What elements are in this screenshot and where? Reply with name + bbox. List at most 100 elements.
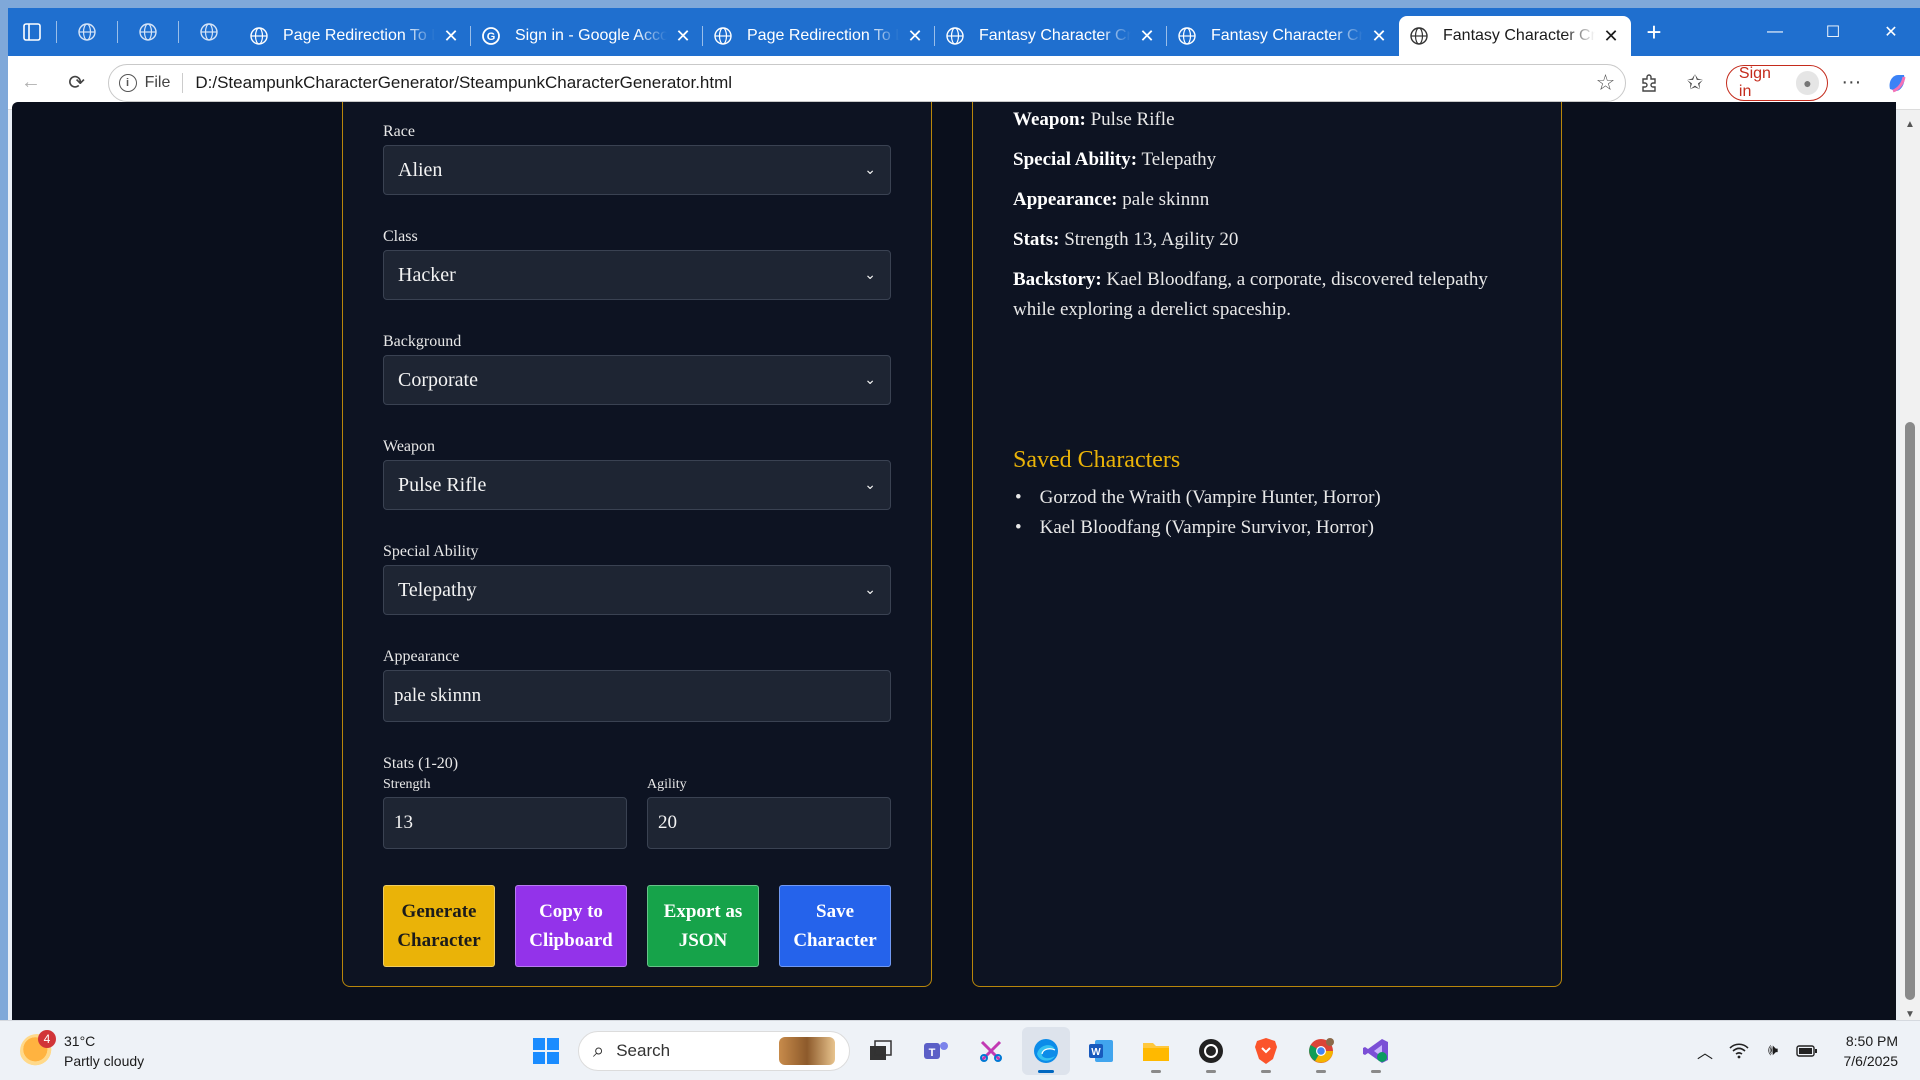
race-select[interactable]: Alien ⌄	[383, 145, 891, 195]
search-highlight-image	[779, 1037, 835, 1065]
windows-start-icon[interactable]	[522, 1027, 570, 1075]
race-label: Race	[383, 123, 415, 140]
preview-appearance-label: Appearance:	[1013, 189, 1118, 210]
preview-stats-label: Stats:	[1013, 229, 1060, 250]
scheme-label: File	[144, 73, 171, 91]
back-arrow-icon[interactable]: ←	[8, 60, 54, 106]
url-text[interactable]: D:/SteampunkCharacterGenerator/Steampunk…	[195, 73, 1595, 93]
weapon-value: Pulse Rifle	[398, 473, 487, 496]
svg-text:G: G	[487, 31, 496, 43]
save-character-button[interactable]: Save Character	[779, 885, 891, 967]
volume-icon[interactable]: 🕪	[1756, 1042, 1790, 1060]
visual-studio-icon[interactable]	[1352, 1027, 1400, 1075]
tab-title: Fantasy Character Creat	[1443, 27, 1595, 44]
weapon-select[interactable]: Pulse Rifle ⌄	[383, 460, 891, 510]
appearance-value: pale skinnn	[394, 685, 482, 706]
list-item[interactable]: Gorzod the Wraith (Vampire Hunter, Horro…	[1013, 483, 1381, 513]
wifi-icon[interactable]	[1722, 1043, 1756, 1059]
tab-actions-icon[interactable]	[8, 8, 56, 56]
address-bar[interactable]: i File D:/SteampunkCharacterGenerator/St…	[107, 63, 1627, 102]
snipping-tool-icon[interactable]	[967, 1027, 1015, 1075]
clock-date: 7/6/2025	[1843, 1053, 1899, 1069]
tab-google-signin[interactable]: G Sign in - Google Accoun ✕	[471, 16, 703, 56]
avatar-icon: ●	[1795, 70, 1820, 95]
word-icon[interactable]: W	[1077, 1027, 1125, 1075]
clock-time: 8:50 PM	[1845, 1033, 1898, 1049]
chatgpt-icon[interactable]	[1187, 1027, 1235, 1075]
weather-sun-icon: 4	[20, 1030, 56, 1068]
tab-title: Page Redirection To Log	[747, 27, 899, 44]
favorite-star-icon[interactable]: ☆	[1596, 70, 1616, 96]
close-icon[interactable]: ✕	[1369, 26, 1389, 47]
close-icon[interactable]: ✕	[673, 26, 693, 47]
tab-fantasy-character-1[interactable]: Fantasy Character Creat ✕	[935, 16, 1167, 56]
refresh-icon[interactable]: ⟳	[54, 60, 100, 106]
ability-select[interactable]: Telepathy ⌄	[383, 565, 891, 615]
sign-in-button[interactable]: Sign in ●	[1725, 64, 1829, 101]
edge-icon[interactable]	[1022, 1027, 1070, 1075]
info-icon[interactable]: i	[118, 73, 137, 92]
tab-fantasy-character-active[interactable]: Fantasy Character Creat ✕	[1399, 16, 1631, 56]
close-icon[interactable]: ✕	[905, 26, 925, 47]
preview-ability: Special Ability: Telepathy	[1013, 145, 1533, 175]
chevron-up-icon[interactable]: ︿	[1688, 1039, 1722, 1063]
list-item[interactable]: Kael Bloodfang (Vampire Survivor, Horror…	[1013, 513, 1381, 543]
close-icon[interactable]: ✕	[441, 26, 461, 47]
file-explorer-icon[interactable]	[1132, 1027, 1180, 1075]
export-json-button[interactable]: Export as JSON	[647, 885, 759, 967]
preview-weapon-value: Pulse Rifle	[1090, 109, 1175, 130]
agility-label: Agility	[647, 777, 687, 792]
page-viewport: Race Alien ⌄ Class Hacker ⌄ Background C…	[12, 102, 1896, 1020]
class-select[interactable]: Hacker ⌄	[383, 250, 891, 300]
tab-fantasy-character-2[interactable]: Fantasy Character Creat ✕	[1167, 16, 1399, 56]
scroll-up-arrow-icon[interactable]: ▲	[1900, 114, 1920, 134]
preview-stats: Stats: Strength 13, Agility 20	[1013, 225, 1533, 255]
preview-ability-value: Telepathy	[1141, 149, 1217, 170]
pinned-tab-globe-icon[interactable]	[57, 8, 117, 56]
chrome-icon[interactable]	[1297, 1027, 1345, 1075]
background-select[interactable]: Corporate ⌄	[383, 355, 891, 405]
chevron-down-icon: ⌄	[864, 372, 876, 388]
preview-backstory: Backstory: Kael Bloodfang, a corporate, …	[1013, 265, 1533, 325]
ability-label: Special Ability	[383, 543, 479, 560]
chevron-down-icon: ⌄	[864, 162, 876, 178]
close-icon[interactable]: ✕	[1137, 26, 1157, 47]
taskbar-search[interactable]: ⌕ Search	[578, 1031, 850, 1071]
battery-icon[interactable]	[1790, 1044, 1824, 1058]
background-value: Corporate	[398, 368, 478, 391]
agility-input[interactable]: 20	[647, 797, 891, 849]
new-tab-plus-icon[interactable]: +	[1631, 8, 1677, 56]
tab-page-redirection-2[interactable]: Page Redirection To Log ✕	[703, 16, 935, 56]
strength-input[interactable]: 13	[383, 797, 627, 849]
extensions-puzzle-icon[interactable]	[1626, 60, 1672, 106]
tab-strip: Page Redirection To Log ✕ G Sign in - Go…	[8, 8, 1920, 56]
copilot-icon[interactable]	[1874, 60, 1920, 106]
favorites-icon[interactable]: ✩	[1672, 60, 1718, 106]
pinned-tab-globe-icon[interactable]	[118, 8, 178, 56]
teams-icon[interactable]: T	[912, 1027, 960, 1075]
globe-icon	[945, 26, 967, 46]
weather-widget[interactable]: 4 31°C Partly cloudy	[20, 1030, 144, 1071]
tab-page-redirection-1[interactable]: Page Redirection To Log ✕	[239, 16, 471, 56]
minimize-icon[interactable]: —	[1746, 8, 1804, 56]
system-tray: ︿ 🕪 8:50 PM 7/6/2025	[1688, 1021, 1920, 1080]
maximize-icon[interactable]: ☐	[1804, 8, 1862, 56]
window-close-icon[interactable]: ✕	[1862, 8, 1920, 56]
generate-character-button[interactable]: Generate Character	[383, 885, 495, 967]
preview-appearance: Appearance: pale skinnn	[1013, 185, 1533, 215]
weapon-label: Weapon	[383, 438, 436, 455]
preview-weapon-label: Weapon:	[1013, 109, 1086, 130]
class-value: Hacker	[398, 263, 456, 286]
close-icon[interactable]: ✕	[1601, 26, 1621, 47]
more-options-icon[interactable]: ···	[1828, 60, 1874, 106]
page-scrollbar[interactable]: ▲ ▼	[1900, 110, 1920, 1020]
brave-icon[interactable]	[1242, 1027, 1290, 1075]
copy-to-clipboard-button[interactable]: Copy to Clipboard	[515, 885, 627, 967]
preview-weapon: Weapon: Pulse Rifle	[1013, 105, 1533, 135]
scrollbar-thumb[interactable]	[1905, 422, 1915, 1000]
pinned-tab-globe-icon[interactable]	[179, 8, 239, 56]
task-view-icon[interactable]	[857, 1027, 905, 1075]
clock[interactable]: 8:50 PM 7/6/2025	[1824, 1031, 1920, 1071]
scroll-down-arrow-icon[interactable]: ▼	[1900, 1004, 1920, 1020]
appearance-input[interactable]: pale skinnn	[383, 670, 891, 722]
